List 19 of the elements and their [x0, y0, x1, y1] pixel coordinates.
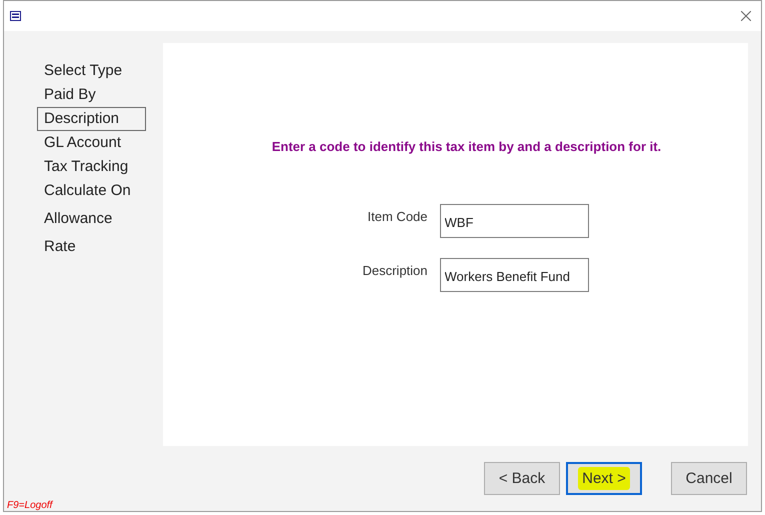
wizard-step[interactable]: GL Account [37, 130, 146, 155]
field-label: Description [362, 263, 428, 278]
wizard-step[interactable]: Tax Tracking [37, 154, 146, 179]
dialog-button[interactable]: Next > [566, 462, 642, 495]
text-field[interactable]: WBF [440, 204, 589, 238]
wizard-step[interactable]: Calculate On [37, 178, 146, 203]
dialog-button[interactable]: Cancel [671, 462, 747, 495]
dialog-button[interactable]: < Back [484, 462, 560, 495]
wizard-step[interactable]: Allowance [37, 206, 146, 231]
shortcut-hint: F9=Logoff [7, 500, 52, 511]
app-icon [10, 10, 21, 21]
close-icon[interactable] [741, 10, 751, 21]
wizard-step[interactable]: Paid By [37, 82, 146, 107]
instruction-text: Enter a code to identify this tax item by and a description for it. [272, 138, 662, 154]
text-field[interactable]: Workers Benefit Fund [440, 258, 589, 292]
wizard-step[interactable]: Select Type [37, 58, 146, 83]
wizard-step[interactable]: Rate [37, 234, 146, 259]
field-label: Item Code [366, 209, 428, 224]
wizard-step[interactable]: Description [37, 106, 146, 131]
